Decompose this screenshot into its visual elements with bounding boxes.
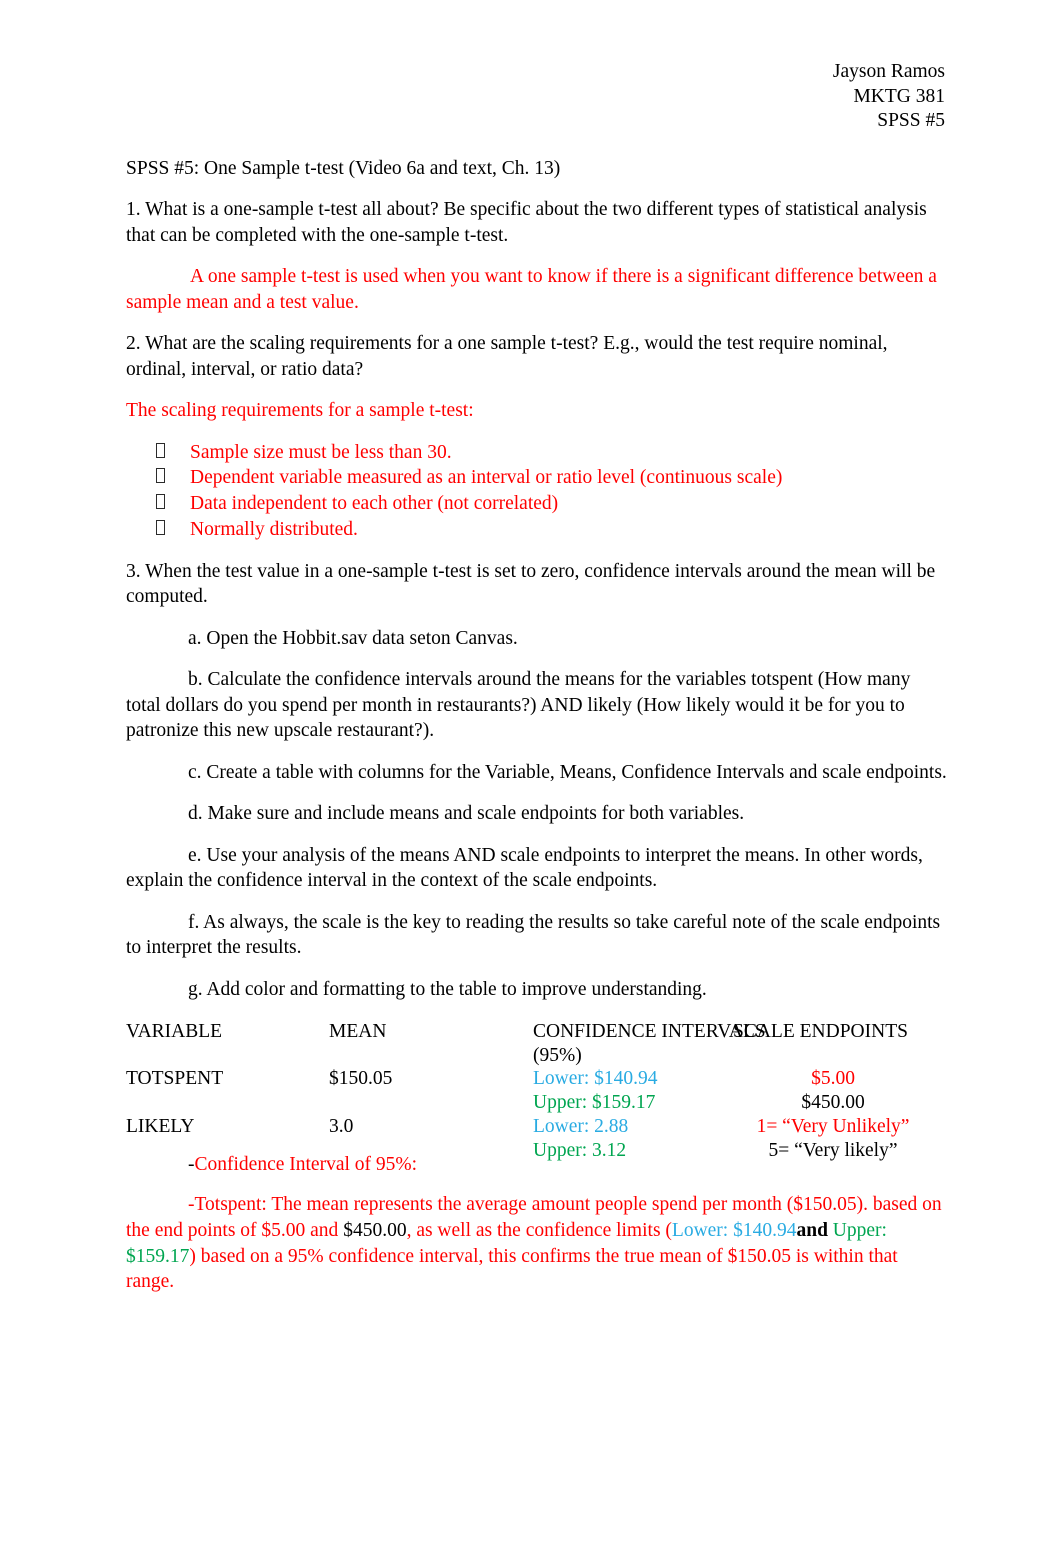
question-3-step-f: f. As always, the scale is the key to re… <box>126 910 947 961</box>
table-header-confidence-interval-sub: (95%) <box>533 1045 582 1067</box>
step-text: c. Create a table with columns for the V… <box>188 761 947 783</box>
analysis-seg-2: , as well as the confidence limits ( <box>406 1219 672 1241</box>
tofu-box-icon <box>156 494 165 510</box>
header-course: MKTG 381 <box>853 85 945 107</box>
scaling-requirements-list: Sample size must be less than 30. Depend… <box>126 440 947 543</box>
question-2-prompt: 2. What are the scaling requirements for… <box>126 333 888 380</box>
step-text: b. Calculate the confidence intervals ar… <box>126 669 911 742</box>
list-item-label: Data independent to each other (not corr… <box>190 493 559 515</box>
analysis-seg-3: ) based on a 95% confidence interval, th… <box>126 1245 898 1293</box>
table-cell-mean: $150.05 <box>329 1068 393 1090</box>
table-cell-ci-upper: Upper: 3.12 <box>533 1140 627 1162</box>
question-3-prompt: 3. When the test value in a one-sample t… <box>126 560 936 608</box>
question-3-step-a: a. Open the Hobbit.sav data seton Canvas… <box>126 626 947 652</box>
list-item: Normally distributed. <box>126 517 947 543</box>
question-3-step-d: d. Make sure and include means and scale… <box>126 801 947 827</box>
question-1-answer: A one sample t-test is used when you wan… <box>126 264 947 315</box>
tofu-box-icon <box>156 519 165 535</box>
question-3-step-e: e. Use your analysis of the means AND sc… <box>126 843 947 894</box>
table-header-scale-endpoints: SCALE ENDPOINTS <box>733 1021 908 1043</box>
question-1-answer-text: A one sample t-test is used when you wan… <box>126 266 937 313</box>
header-student-name: Jayson Ramos <box>832 61 945 82</box>
question-3-step-c: c. Create a table with columns for the V… <box>126 760 947 786</box>
question-1-prompt: 1. What is a one-sample t-test all about… <box>126 199 927 246</box>
analysis-totspent: -Totspent: The mean represents the avera… <box>126 1192 947 1295</box>
tofu-box-icon <box>156 442 165 458</box>
table-row: LIKELY <box>126 1116 195 1138</box>
document-header: Jayson Ramos MKTG 381 SPSS #5 <box>126 60 947 134</box>
table-cell-ci-lower: Lower: $140.94 <box>533 1068 658 1090</box>
analysis-seg-endpoint-high: $450.00 <box>343 1219 407 1241</box>
step-text: a. Open the Hobbit.sav data seton Canvas… <box>188 627 518 649</box>
page-title: SPSS #5: One Sample t-test (Video 6a and… <box>126 157 561 179</box>
tofu-box-icon <box>156 468 165 484</box>
table-cell-mean: 3.0 <box>329 1116 354 1138</box>
step-text: e. Use your analysis of the means AND sc… <box>126 844 923 892</box>
table-cell-endpoint-high: $450.00 <box>801 1092 865 1114</box>
question-2-answer-intro: The scaling requirements for a sample t-… <box>126 400 474 421</box>
analysis-seg-and: and <box>796 1219 828 1241</box>
step-text: f. As always, the scale is the key to re… <box>126 911 941 959</box>
table-cell-ci-upper: Upper: $159.17 <box>533 1092 656 1114</box>
table-row: TOTSPENT <box>126 1068 224 1090</box>
table-header-mean: MEAN <box>329 1021 387 1043</box>
question-3-step-g: g. Add color and formatting to the table… <box>126 977 947 1003</box>
table-header-confidence-interval: CONFIDENCE INTERVALS <box>533 1021 766 1043</box>
header-assignment: SPSS #5 <box>877 110 945 131</box>
list-item-label: Sample size must be less than 30. <box>190 441 452 463</box>
list-item: Sample size must be less than 30. <box>126 440 947 466</box>
analysis-seg-ci-lower: Lower: $140.94 <box>671 1219 797 1241</box>
table-cell-ci-lower: Lower: 2.88 <box>533 1116 629 1138</box>
step-text: d. Make sure and include means and scale… <box>188 803 745 825</box>
question-3-step-b: b. Calculate the confidence intervals ar… <box>126 667 947 744</box>
table-cell-endpoint-high: 5= “Very likely” <box>768 1140 898 1162</box>
analysis-heading-text: Confidence Interval of 95%: <box>194 1154 418 1176</box>
list-item: Dependent variable measured as an interv… <box>126 465 947 491</box>
table-cell-endpoint-low: 1= “Very Unlikely” <box>756 1116 910 1138</box>
step-text: g. Add color and formatting to the table… <box>188 978 707 1000</box>
document-page: Jayson Ramos MKTG 381 SPSS #5 SPSS #5: O… <box>0 0 1062 1556</box>
table-header-variable: VARIABLE <box>126 1021 223 1043</box>
list-item-label: Normally distributed. <box>190 518 358 540</box>
table-cell-endpoint-low: $5.00 <box>811 1068 855 1090</box>
list-item: Data independent to each other (not corr… <box>126 491 947 517</box>
results-table: VARIABLE MEAN CONFIDENCE INTERVALS (95%)… <box>126 1020 947 1161</box>
list-item-label: Dependent variable measured as an interv… <box>190 467 783 489</box>
